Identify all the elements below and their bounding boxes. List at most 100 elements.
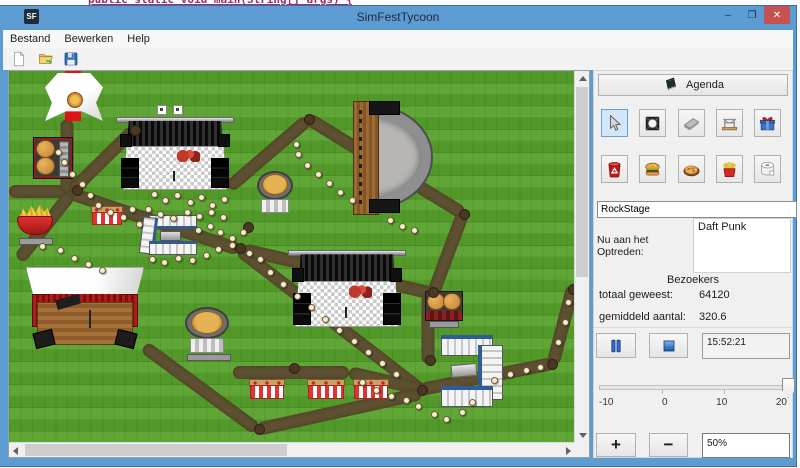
map-canvas[interactable] (9, 71, 575, 443)
visitor-dot (187, 199, 194, 206)
zoom-in-button[interactable]: + (596, 433, 636, 457)
speed-slider[interactable]: -1001020 (599, 377, 787, 407)
tool-burger-button[interactable] (639, 155, 666, 183)
visitor-dot (107, 209, 114, 216)
visitor-dot (431, 411, 438, 418)
visitor-dot (170, 215, 177, 222)
save-file-button[interactable] (61, 49, 81, 69)
scroll-left-icon[interactable] (13, 447, 18, 455)
zoom-out-button[interactable]: − (649, 433, 688, 457)
clock-display: 15:52:21 (702, 333, 790, 359)
visitors-total-row: totaal geweest: 64120 (599, 289, 789, 301)
burger-icon (643, 160, 662, 179)
visitor-dot (257, 256, 264, 263)
visitor-dot (162, 197, 169, 204)
visitor-dot (393, 371, 400, 378)
visitor-dot (229, 235, 236, 242)
visitors-average-row: gemiddeld aantal: 320.6 (599, 311, 789, 323)
map-barrier-u[interactable] (141, 215, 197, 255)
open-file-button[interactable] (35, 49, 55, 69)
slider-tick-label: 0 (662, 397, 668, 408)
tool-toilet-roll-button[interactable] (754, 155, 781, 183)
title-bar[interactable]: SF SimFestTycoon – ❐ ✕ (0, 6, 796, 30)
visitor-dot (175, 255, 182, 262)
pause-button[interactable] (596, 333, 636, 358)
map-viewport (8, 70, 590, 458)
tool-path-button[interactable] (678, 109, 705, 137)
map-booth[interactable] (249, 379, 285, 399)
visitor-dot (337, 189, 344, 196)
visitor-dot (403, 397, 410, 404)
tool-select-button[interactable] (601, 109, 628, 137)
map-bigstage[interactable] (291, 247, 403, 329)
map-fries[interactable] (17, 204, 53, 236)
tree-stump (289, 363, 300, 374)
tree-stump (459, 209, 470, 220)
menu-item-bewerken[interactable]: Bewerken (57, 31, 120, 47)
visitor-dot (246, 250, 253, 257)
visitor-dot (79, 181, 86, 188)
vertical-scrollbar[interactable] (574, 71, 589, 443)
new-file-button[interactable] (9, 49, 29, 69)
close-button[interactable]: ✕ (764, 6, 790, 24)
tree-stump (304, 114, 315, 125)
tool-trash-button[interactable] (601, 155, 628, 183)
divider (594, 327, 792, 328)
scrollbar-corner (575, 443, 589, 457)
stage-name-input[interactable] (597, 201, 797, 218)
visitor-dot (308, 304, 315, 311)
maximize-button[interactable]: ❐ (740, 6, 764, 24)
visitor-dot (359, 379, 366, 386)
scroll-up-icon[interactable] (579, 76, 587, 81)
slider-ticks (601, 390, 785, 394)
scroll-down-icon[interactable] (579, 433, 587, 438)
visitor-dot (198, 194, 205, 201)
horizontal-scrollbar[interactable] (9, 442, 575, 457)
window-title: SimFestTycoon (0, 10, 796, 24)
visitor-dot (399, 223, 406, 230)
tree-stump (130, 125, 141, 136)
map-countrystage[interactable] (26, 267, 144, 347)
path-tile-icon (682, 114, 701, 133)
visitors-total-value: 64120 (699, 289, 730, 301)
horizontal-scroll-thumb[interactable] (25, 444, 287, 456)
visitor-dot (87, 192, 94, 199)
vertical-scroll-thumb[interactable] (576, 87, 588, 277)
map-pizza[interactable] (185, 307, 229, 353)
tool-stage-button[interactable] (716, 109, 743, 137)
map-pizza[interactable] (257, 171, 293, 213)
minimize-button[interactable]: – (716, 6, 740, 24)
agenda-book-icon (662, 76, 680, 95)
agenda-button[interactable]: Agenda (598, 74, 788, 96)
map-flag (157, 105, 167, 115)
map-speaker-box[interactable] (450, 363, 477, 378)
visitors-total-label: totaal geweest: (599, 289, 699, 301)
spotlight-icon (643, 114, 662, 133)
visitor-dot (379, 360, 386, 367)
tool-pizza-button[interactable] (678, 155, 705, 183)
fries-icon (720, 160, 739, 179)
menu-item-help[interactable]: Help (120, 31, 157, 47)
visitor-dot (294, 293, 301, 300)
visitor-dot (208, 209, 215, 216)
visitor-dot (61, 159, 68, 166)
visitor-dot (215, 246, 222, 253)
map-booth[interactable] (91, 206, 123, 225)
tree-stump (417, 385, 428, 396)
scroll-right-icon[interactable] (566, 447, 571, 455)
tool-spotlight-button[interactable] (639, 109, 666, 137)
visitor-dot (99, 267, 106, 274)
map-amphi[interactable] (353, 101, 433, 213)
visitor-dot (351, 338, 358, 345)
map-burger-v[interactable] (33, 137, 73, 179)
stop-button[interactable] (649, 333, 688, 358)
slider-thumb[interactable] (782, 378, 795, 398)
window-controls: – ❐ ✕ (716, 6, 790, 24)
tool-gift-button[interactable] (754, 109, 781, 137)
map-booth[interactable] (307, 379, 345, 399)
map-bench (429, 321, 459, 328)
visitor-dot (322, 316, 329, 323)
tool-fries-button[interactable] (716, 155, 743, 183)
menu-item-bestand[interactable]: Bestand (3, 31, 57, 47)
visitor-dot (304, 162, 311, 169)
